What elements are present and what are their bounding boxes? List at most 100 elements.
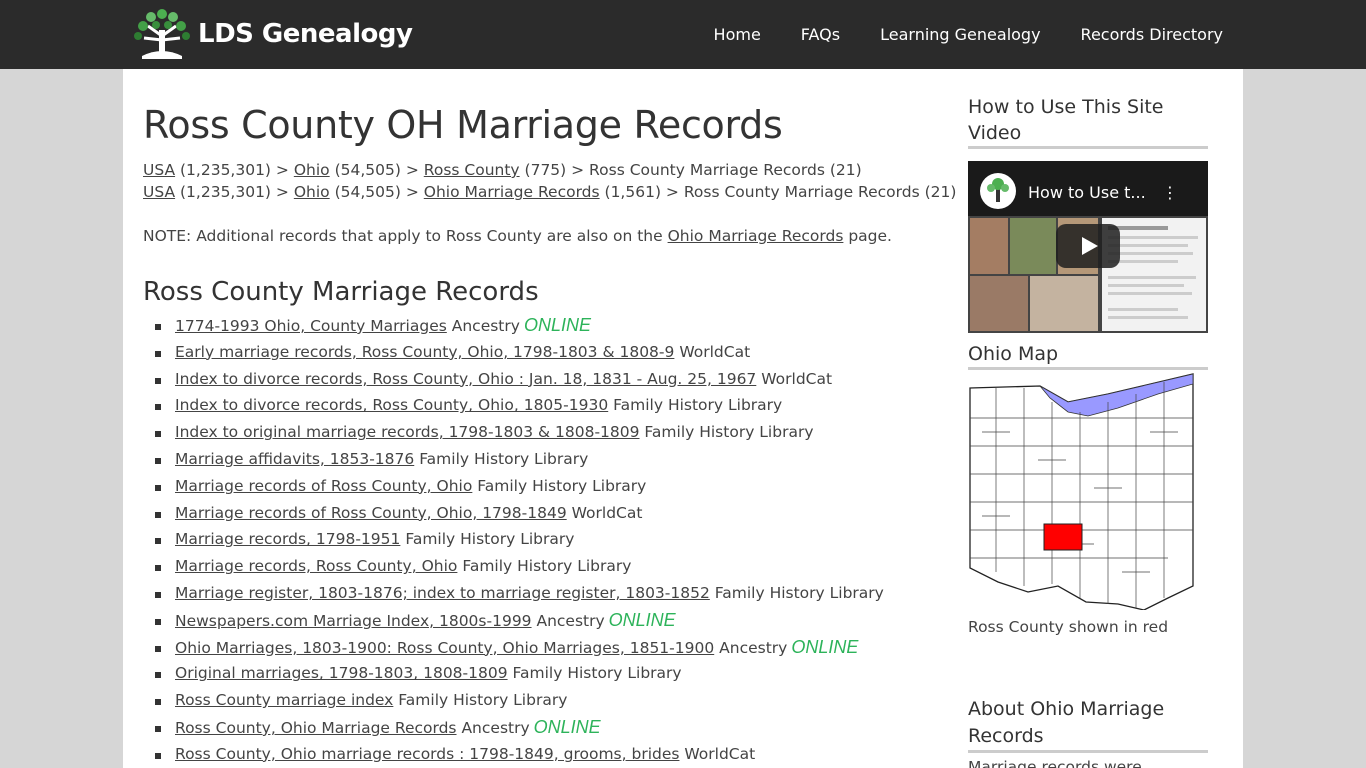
record-source: Family History Library [398, 691, 568, 710]
video-channel-icon [980, 173, 1016, 209]
record-item: Ross County, Ohio marriage records : 179… [155, 741, 923, 768]
records-list: 1774-1993 Ohio, County Marriages Ancestr… [143, 312, 923, 768]
more-options-icon[interactable]: ⋮ [1162, 183, 1178, 202]
breadcrumb-link[interactable]: Ohio [294, 161, 330, 179]
record-item: 1774-1993 Ohio, County Marriages Ancestr… [155, 312, 923, 339]
breadcrumb-link[interactable]: USA [143, 161, 175, 179]
sidebar: How to Use This Site Video How to Use t.… [968, 69, 1208, 768]
record-item: Early marriage records, Ross County, Ohi… [155, 339, 923, 366]
record-link[interactable]: Ross County, Ohio marriage records : 179… [175, 745, 679, 763]
breadcrumb-text: (54,505) > [329, 161, 424, 179]
record-item: Ross County marriage index Family Histor… [155, 687, 923, 714]
video-heading: How to Use This Site Video [968, 94, 1208, 149]
map-caption: Ross County shown in red [968, 618, 1169, 636]
record-link[interactable]: Early marriage records, Ross County, Ohi… [175, 343, 674, 361]
record-item: Marriage records, 1798-1951 Family Histo… [155, 526, 923, 553]
record-item: Marriage records of Ross County, Ohio Fa… [155, 473, 923, 500]
breadcrumb-link[interactable]: Ross County [424, 161, 520, 179]
record-source: Family History Library [714, 583, 884, 602]
breadcrumb-line: USA (1,235,301) > Ohio (54,505) > Ross C… [143, 159, 923, 181]
record-link[interactable]: Index to divorce records, Ross County, O… [175, 370, 756, 388]
record-item: Index to divorce records, Ross County, O… [155, 366, 923, 393]
breadcrumb-text: (54,505) > [329, 183, 424, 201]
record-link[interactable]: Index to divorce records, Ross County, O… [175, 396, 608, 414]
breadcrumb-link[interactable]: USA [143, 183, 175, 201]
breadcrumb-text: (775) > Ross County Marriage Records (21… [519, 161, 862, 179]
record-source: WorldCat [684, 744, 756, 763]
page-content: Ross County OH Marriage Records USA (1,2… [123, 69, 1243, 768]
record-link[interactable]: 1774-1993 Ohio, County Marriages [175, 317, 447, 335]
record-source: Family History Library [477, 476, 647, 495]
record-link[interactable]: Marriage records of Ross County, Ohio, 1… [175, 504, 567, 522]
record-item: Original marriages, 1798-1803, 1808-1809… [155, 660, 923, 687]
record-source: WorldCat [761, 369, 833, 388]
nav-faqs[interactable]: FAQs [801, 25, 840, 44]
note-text: NOTE: Additional records that apply to R… [143, 225, 923, 247]
record-source: Family History Library [462, 557, 632, 576]
record-source: Ancestry [719, 638, 788, 657]
tree-logo-icon [134, 9, 190, 59]
breadcrumb-line: USA (1,235,301) > Ohio (54,505) > Ohio M… [143, 181, 956, 203]
record-item: Ohio Marriages, 1803-1900: Ross County, … [155, 634, 923, 661]
breadcrumb-link[interactable]: Ohio Marriage Records [424, 183, 600, 201]
site-logo[interactable]: LDS Genealogy [132, 6, 413, 62]
page-title: Ross County OH Marriage Records [143, 103, 783, 147]
record-link[interactable]: Marriage records of Ross County, Ohio [175, 477, 472, 495]
breadcrumb-link[interactable]: Ohio [294, 183, 330, 201]
record-link[interactable]: Ohio Marriages, 1803-1900: Ross County, … [175, 639, 714, 657]
record-link[interactable]: Index to original marriage records, 1798… [175, 423, 639, 441]
about-heading: About Ohio Marriage Records [968, 696, 1208, 753]
online-badge: ONLINE [608, 609, 676, 630]
main-nav: Home FAQs Learning Genealogy Records Dir… [674, 0, 1223, 69]
record-item: Marriage register, 1803-1876; index to m… [155, 580, 923, 607]
record-link[interactable]: Newspapers.com Marriage Index, 1800s-199… [175, 612, 532, 630]
nav-home[interactable]: Home [714, 25, 761, 44]
video-title: How to Use t... [1028, 183, 1146, 202]
record-source: Family History Library [405, 530, 575, 549]
record-link[interactable]: Ross County marriage index [175, 691, 393, 709]
online-badge: ONLINE [791, 636, 859, 657]
note-prefix: NOTE: Additional records that apply to R… [143, 227, 668, 245]
online-badge: ONLINE [523, 315, 591, 335]
video-player[interactable]: How to Use t... ⋮ [968, 161, 1208, 333]
record-source: WorldCat [679, 342, 751, 361]
record-item: Index to divorce records, Ross County, O… [155, 392, 923, 419]
record-source: Ancestry [536, 611, 605, 630]
top-navigation-bar: LDS Genealogy Home FAQs Learning Genealo… [0, 0, 1366, 69]
record-link[interactable]: Marriage records, 1798-1951 [175, 530, 400, 548]
nav-records-directory[interactable]: Records Directory [1081, 25, 1223, 44]
record-source: Ancestry [451, 317, 520, 335]
breadcrumb-text: (1,561) > Ross County Marriage Records (… [599, 183, 957, 201]
logo-text: LDS Genealogy [198, 19, 413, 49]
record-source: Ancestry [461, 718, 530, 737]
record-item: Index to original marriage records, 1798… [155, 419, 923, 446]
record-item: Marriage affidavits, 1853-1876 Family Hi… [155, 446, 923, 473]
nav-learning-genealogy[interactable]: Learning Genealogy [880, 25, 1040, 44]
breadcrumb: USA (1,235,301) > Ohio (54,505) > Ross C… [143, 159, 956, 203]
record-source: Family History Library [644, 423, 814, 442]
record-source: Family History Library [512, 664, 682, 683]
record-item: Marriage records, Ross County, Ohio Fami… [155, 553, 923, 580]
online-badge: ONLINE [533, 716, 601, 737]
about-text: Marriage records were generally kept fro… [968, 758, 1142, 768]
section-heading: Ross County Marriage Records [143, 277, 539, 307]
breadcrumb-text: (1,235,301) > [175, 183, 294, 201]
record-source: Family History Library [419, 449, 589, 468]
note-link[interactable]: Ohio Marriage Records [668, 227, 844, 245]
record-link[interactable]: Marriage register, 1803-1876; index to m… [175, 584, 710, 602]
record-link[interactable]: Original marriages, 1798-1803, 1808-1809 [175, 664, 508, 682]
record-item: Ross County, Ohio Marriage Records Ances… [155, 714, 923, 741]
note-suffix: page. [843, 227, 892, 245]
about-section: About Ohio Marriage Records Marriage rec… [968, 696, 1208, 768]
record-link[interactable]: Marriage records, Ross County, Ohio [175, 557, 457, 575]
record-item: Marriage records of Ross County, Ohio, 1… [155, 500, 923, 527]
ohio-map [969, 373, 1194, 610]
record-link[interactable]: Ross County, Ohio Marriage Records [175, 719, 457, 737]
record-link[interactable]: Marriage affidavits, 1853-1876 [175, 450, 414, 468]
main-column: Ross County OH Marriage Records USA (1,2… [143, 69, 956, 768]
record-item: Newspapers.com Marriage Index, 1800s-199… [155, 607, 923, 634]
record-source: Family History Library [613, 396, 783, 415]
breadcrumb-text: (1,235,301) > [175, 161, 294, 179]
play-icon[interactable] [1056, 224, 1120, 268]
record-source: WorldCat [571, 503, 643, 522]
